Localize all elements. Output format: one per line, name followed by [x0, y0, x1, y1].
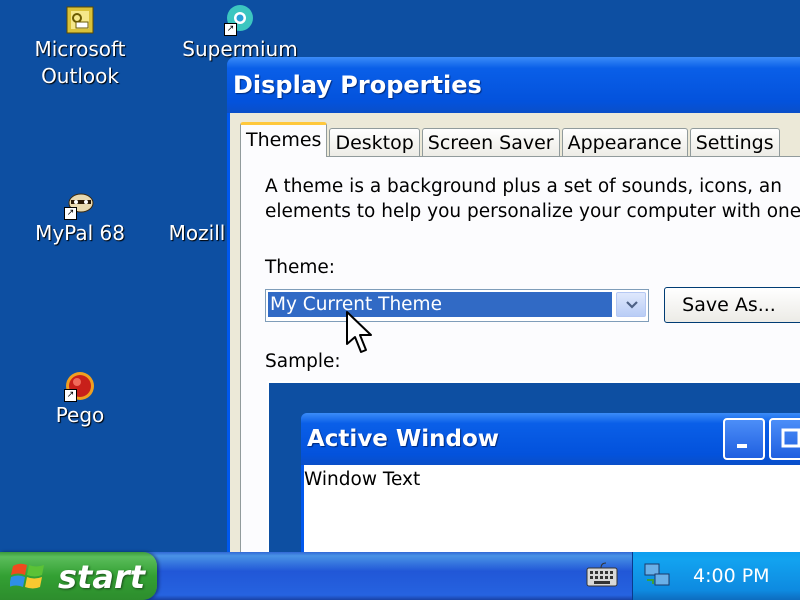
sample-active-window: Active Window Window Text	[301, 413, 800, 554]
sample-label: Sample:	[265, 351, 341, 372]
desktop-icon-pego[interactable]: ↗ Pego	[20, 370, 140, 429]
desktop-icon-label: Pego	[55, 403, 105, 427]
tab-themes[interactable]: Themes	[240, 122, 328, 157]
dropdown-button[interactable]	[616, 292, 646, 317]
description-line: A theme is a background plus a set of so…	[265, 176, 782, 197]
desktop-icon-label: Outlook	[41, 64, 119, 88]
window-titlebar[interactable]: Display Properties	[227, 57, 800, 113]
sample-window-title: Active Window	[307, 426, 500, 452]
maximize-icon	[769, 418, 800, 460]
network-icon[interactable]	[643, 560, 673, 590]
outlook-icon	[64, 4, 96, 36]
mouse-cursor-icon	[346, 311, 372, 353]
windows-logo-icon	[10, 563, 44, 589]
desktop-icon-outlook[interactable]: Microsoft Outlook	[20, 4, 140, 90]
taskbar: start 4:00 PM	[0, 552, 800, 600]
tab-settings[interactable]: Settings	[689, 128, 780, 157]
shortcut-arrow-icon: ↗	[64, 389, 77, 402]
desktop-icon-label: MyPal 68	[35, 221, 125, 245]
sample-preview: Active Window Window Text	[267, 381, 800, 556]
desktop-icon-supermium[interactable]: ↗ Supermium	[180, 4, 300, 63]
description-line: elements to help you personalize your co…	[265, 201, 800, 222]
clock[interactable]: 4:00 PM	[693, 565, 770, 587]
chevron-down-icon	[626, 301, 638, 309]
shortcut-arrow-icon: ↗	[64, 207, 77, 220]
sample-window-body: Window Text	[304, 465, 800, 554]
theme-label: Theme:	[265, 257, 336, 278]
tab-strip: Themes Desktop Screen Saver Appearance S…	[240, 122, 782, 157]
mypal-icon: ↗	[64, 188, 96, 220]
sample-window-text: Window Text	[304, 469, 421, 490]
shortcut-arrow-icon: ↗	[224, 23, 237, 36]
save-as-button[interactable]: Save As...	[664, 287, 800, 323]
tab-desktop[interactable]: Desktop	[329, 128, 420, 157]
theme-select[interactable]: My Current Theme	[265, 289, 649, 322]
start-button[interactable]: start	[0, 552, 157, 600]
tab-screen-saver[interactable]: Screen Saver	[421, 128, 560, 157]
supermium-icon: ↗	[224, 4, 256, 36]
minimize-icon	[723, 418, 765, 460]
keyboard-icon[interactable]	[586, 562, 618, 588]
sample-window-titlebar: Active Window	[301, 413, 800, 465]
theme-description: A theme is a background plus a set of so…	[265, 174, 800, 224]
mozilla-icon	[181, 188, 213, 220]
tab-appearance[interactable]: Appearance	[561, 128, 688, 157]
desktop-icon-mypal[interactable]: ↗ MyPal 68	[20, 188, 140, 247]
pego-icon: ↗	[64, 370, 96, 402]
start-label: start	[58, 558, 146, 596]
window-title: Display Properties	[233, 71, 482, 99]
desktop-icon-label: Microsoft	[34, 37, 126, 61]
system-tray: 4:00 PM	[632, 552, 800, 600]
theme-select-value: My Current Theme	[268, 292, 612, 317]
